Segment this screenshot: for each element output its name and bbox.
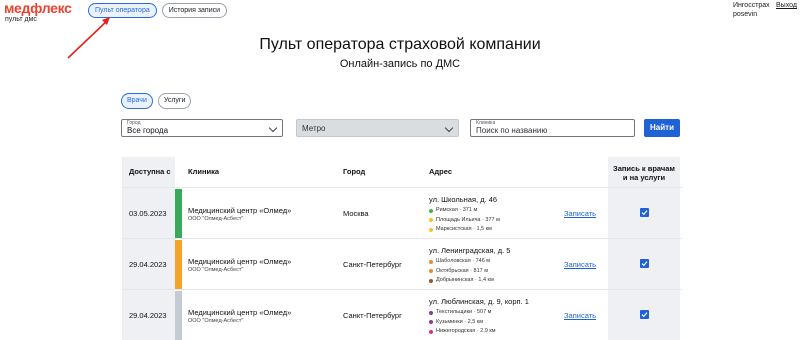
metro-distance: 746 м — [475, 258, 491, 264]
checkmark-icon — [641, 312, 648, 318]
header-date: Доступна с — [129, 167, 171, 176]
clinic-address: ул. Люблинская, д. 9, корп. 1 — [429, 297, 529, 306]
metro-station: Октябрьская · 817 м — [429, 267, 494, 277]
page-title: Пульт оператора страховой компании — [259, 36, 541, 53]
metro-distance: 371 м — [462, 207, 478, 213]
clinic-name: Медицинский центр «Олмед» — [188, 257, 292, 266]
metro-distance: 377 м — [485, 216, 500, 223]
clinic-name: Медицинский центр «Олмед» — [188, 308, 292, 317]
city-select[interactable]: Город Все города — [121, 119, 283, 137]
header-clinic: Клиника — [188, 167, 220, 176]
metro-station: Марксистская · 1,5 км — [429, 225, 500, 235]
metro-station: Шаболовская · 746 м — [429, 257, 494, 267]
booking-enabled-checkbox[interactable] — [640, 310, 649, 319]
metro-list: Шаболовская · 746 м Октябрьская · 817 м До… — [429, 257, 494, 286]
metro-line-dot-icon — [429, 208, 433, 213]
user-info: Ингосстрах posevin — [733, 1, 770, 19]
metro-line-dot-icon — [429, 320, 433, 325]
metro-line-dot-icon — [429, 218, 433, 223]
available-date: 03.05.2023 — [129, 209, 167, 218]
metro-station: Добрынинская · 1,4 км — [429, 276, 494, 286]
page-subtitle: Онлайн-запись по ДМС — [339, 58, 461, 70]
metro-distance: 2,9 км — [480, 328, 496, 334]
metro-distance: 507 м — [476, 309, 492, 315]
find-button[interactable]: Найти — [644, 119, 680, 137]
metro-name: Текстильщики — [436, 309, 473, 315]
availability-stripe — [175, 291, 182, 340]
available-date: 29.04.2023 — [129, 311, 167, 320]
metro-distance: 2,5 км — [467, 318, 483, 325]
header-address: Адрес — [429, 167, 453, 176]
book-link[interactable]: Записать — [564, 239, 596, 290]
clinic-search-input[interactable] — [476, 126, 626, 135]
metro-line-dot-icon — [429, 278, 433, 283]
book-link[interactable]: Записать — [564, 188, 596, 239]
tab-booking-history[interactable]: История записи — [161, 3, 228, 18]
clinic-city: Москва — [343, 209, 369, 218]
checkmark-icon — [641, 210, 648, 216]
clinic-organization: ООО "Олмед-Асбест" — [188, 267, 244, 273]
available-date: 29.04.2023 — [129, 260, 167, 269]
search-mode-tabs: Врачи Услуги — [121, 93, 192, 109]
metro-name: Добрынинская — [436, 277, 474, 283]
metro-line-dot-icon — [429, 329, 433, 334]
metro-distance: 1,5 км — [476, 226, 492, 232]
metro-station: Римская · 371 м — [429, 206, 500, 216]
clinic-organization: ООО "Олмед-Асбест" — [188, 318, 244, 324]
clinic-organization: ООО "Олмед-Асбест" — [188, 216, 244, 222]
metro-name: Римская — [436, 207, 458, 213]
availability-stripe — [175, 240, 182, 289]
table-row: 29.04.2023 Медицинский центр «Олмед» ООО "… — [122, 238, 682, 289]
table-row: 03.05.2023 Медицинский центр «Олмед» ООО "… — [122, 187, 682, 238]
metro-distance: 817 м — [473, 267, 489, 274]
metro-name: Марксистская — [436, 226, 472, 232]
metro-distance: 1,4 км — [478, 277, 494, 283]
metro-line-dot-icon — [429, 227, 433, 232]
metro-line-dot-icon — [429, 269, 433, 274]
metro-select-value: Метро — [302, 124, 326, 133]
clinic-address: ул. Школьная, д. 46 — [429, 195, 498, 204]
book-link[interactable]: Записать — [564, 290, 596, 340]
availability-stripe — [175, 189, 182, 238]
metro-select[interactable]: Метро — [296, 119, 459, 137]
logout-link[interactable]: Выход — [776, 1, 797, 10]
clinic-city: Санкт-Петербург — [343, 260, 402, 269]
metro-station: Текстильщики · 507 м — [429, 308, 496, 318]
metro-line-dot-icon — [429, 259, 433, 264]
metro-station: Кузьминки · 2,5 км — [429, 318, 496, 328]
tab-doctors[interactable]: Врачи — [121, 93, 153, 109]
metro-list: Римская · 371 м Площадь Ильича · 377 м Мар… — [429, 206, 500, 235]
user-login: posevin — [733, 11, 758, 18]
clinic-name: Медицинский центр «Олмед» — [188, 206, 292, 215]
metro-name: Октябрьская — [436, 267, 469, 274]
header-city: Город — [343, 167, 366, 176]
clinic-city: Санкт-Петербург — [343, 311, 402, 320]
chevron-down-icon — [268, 123, 278, 133]
chevron-down-icon — [444, 123, 454, 133]
tab-services[interactable]: Услуги — [157, 93, 192, 109]
metro-name: Площадь Ильича — [436, 216, 481, 223]
metro-name: Шаболовская — [436, 258, 471, 264]
header-booking: Запись к врачам и на услуги — [613, 164, 675, 182]
booking-enabled-checkbox[interactable] — [640, 208, 649, 217]
metro-station: Площадь Ильича · 377 м — [429, 216, 500, 226]
clinic-search-field[interactable]: Клиника — [470, 119, 635, 137]
metro-line-dot-icon — [429, 310, 433, 315]
metro-list: Текстильщики · 507 м Кузьминки · 2,5 км Ни… — [429, 308, 496, 337]
city-select-value: Все города — [127, 126, 169, 135]
booking-enabled-checkbox[interactable] — [640, 259, 649, 268]
metro-station: Нижегородская · 2,9 км — [429, 327, 496, 337]
checkmark-icon — [641, 261, 648, 267]
clinic-address: ул. Ленинградская, д. 5 — [429, 246, 511, 255]
table-row: 29.04.2023 Медицинский центр «Олмед» ООО "… — [122, 289, 682, 340]
metro-name: Нижегородская — [436, 328, 476, 334]
metro-name: Кузьминки — [436, 318, 463, 325]
user-company: Ингосстрах — [733, 2, 770, 9]
